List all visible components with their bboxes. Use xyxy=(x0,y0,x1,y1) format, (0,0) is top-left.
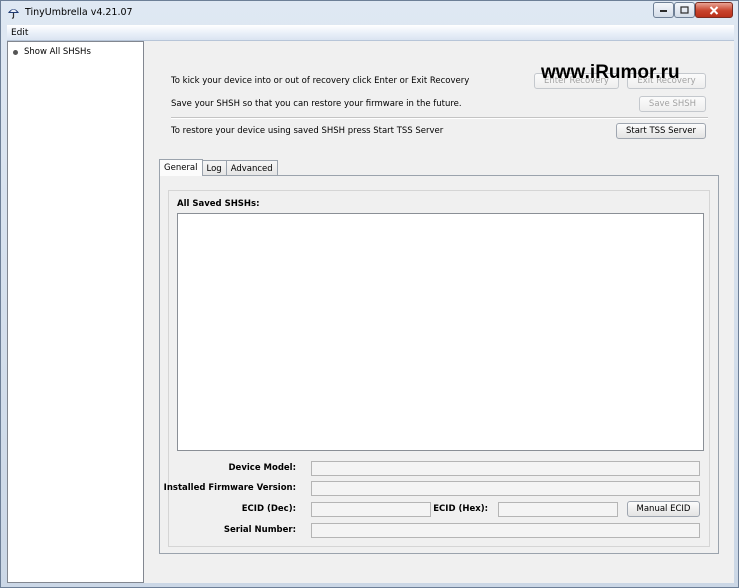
maximize-button[interactable] xyxy=(674,2,695,18)
firmware-version-field[interactable] xyxy=(311,481,700,496)
tab-advanced[interactable]: Advanced xyxy=(225,160,278,176)
umbrella-icon xyxy=(8,9,19,19)
app-window: TinyUmbrella v4.21.07 Edit Show All SHSH… xyxy=(0,0,739,588)
recovery-instructions: To kick your device into or out of recov… xyxy=(171,76,470,86)
device-model-label: Device Model: xyxy=(228,463,297,473)
ecid-hex-label: ECID (Hex): xyxy=(433,504,488,514)
control-panel: To kick your device into or out of recov… xyxy=(159,59,719,155)
saved-shsh-list[interactable] xyxy=(177,213,704,451)
manual-ecid-button[interactable]: Manual ECID xyxy=(627,501,700,517)
serial-number-field[interactable] xyxy=(311,523,700,538)
save-shsh-button[interactable]: Save SHSH xyxy=(639,96,706,112)
save-instructions: Save your SHSH so that you can restore y… xyxy=(171,99,462,109)
sidebar-item-show-all-shshs[interactable]: Show All SHSHs xyxy=(13,47,91,57)
sidebar-item-label: Show All SHSHs xyxy=(24,47,91,57)
ecid-hex-field[interactable] xyxy=(498,502,618,517)
title-bar[interactable]: TinyUmbrella v4.21.07 xyxy=(1,1,738,25)
tss-instructions: To restore your device using saved SHSH … xyxy=(171,126,444,136)
tab-bar: General Log Advanced xyxy=(159,159,278,176)
device-sidebar: Show All SHSHs xyxy=(7,41,144,583)
saved-shsh-label: All Saved SHSHs: xyxy=(177,199,260,209)
maximize-icon xyxy=(680,6,689,14)
start-tss-server-button[interactable]: Start TSS Server xyxy=(616,123,706,139)
menu-bar: Edit xyxy=(7,25,734,41)
ecid-dec-label: ECID (Dec): xyxy=(241,504,296,514)
tab-general[interactable]: General xyxy=(159,159,203,176)
separator xyxy=(171,117,708,119)
window-title: TinyUmbrella v4.21.07 xyxy=(25,7,133,18)
close-button[interactable] xyxy=(695,2,733,18)
tab-log[interactable]: Log xyxy=(201,160,227,176)
bullet-icon xyxy=(13,49,18,55)
device-model-field[interactable] xyxy=(311,461,700,476)
minimize-button[interactable] xyxy=(653,2,674,18)
general-tab-panel: All Saved SHSHs: Device Model: Installed… xyxy=(159,175,719,554)
watermark: www.iRumor.ru xyxy=(541,62,680,83)
minimize-icon xyxy=(660,10,667,12)
shsh-panel: All Saved SHSHs: Device Model: Installed… xyxy=(164,190,710,547)
ecid-dec-field[interactable] xyxy=(311,502,431,517)
menu-edit[interactable]: Edit xyxy=(11,28,28,38)
serial-number-label: Serial Number: xyxy=(223,525,296,535)
firmware-version-label: Installed Firmware Version: xyxy=(163,483,296,493)
close-icon xyxy=(709,5,719,15)
client-area: Show All SHSHs To kick your device into … xyxy=(7,41,734,583)
